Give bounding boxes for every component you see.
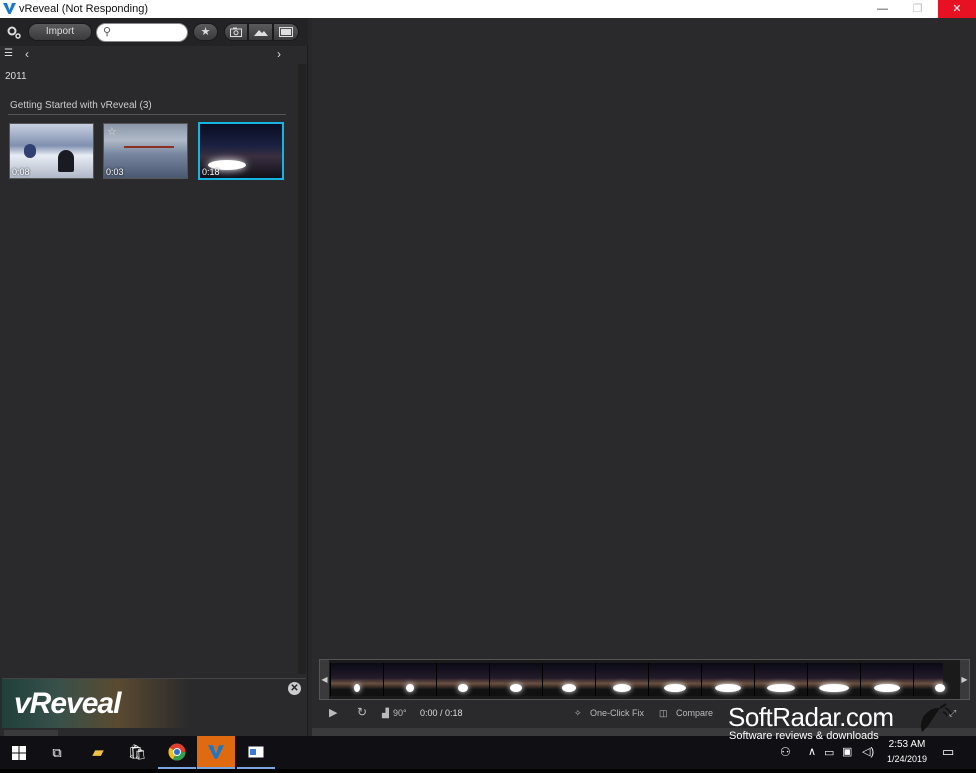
magic-wand-icon[interactable]: ✧ — [574, 708, 582, 719]
filmstrip-frame — [807, 663, 860, 696]
chrome-icon[interactable] — [158, 736, 196, 769]
settings-gear-icon[interactable] — [6, 25, 21, 39]
frame-fountain-glow — [458, 684, 468, 692]
frame-fountain-glow — [510, 684, 522, 692]
filmstrip-frame — [542, 663, 595, 696]
app-window: vReveal (Not Responding) — ❐ ✕ Import ⚲ … — [0, 0, 976, 736]
frame-fountain-glow — [664, 684, 686, 692]
app-window-icon[interactable] — [237, 736, 275, 769]
thumbnail-duration: 0:08 — [12, 167, 30, 177]
title-bar: vReveal (Not Responding) — ❐ ✕ — [0, 0, 976, 18]
star-icon[interactable]: ☆ — [107, 125, 117, 138]
vreveal-banner: vReveal ✕ — [2, 678, 306, 728]
filmstrip-frame — [754, 663, 807, 696]
clock-date: 1/24/2019 — [886, 754, 928, 764]
filmstrip-frame — [701, 663, 754, 696]
timecode: 0:00 / 0:18 — [420, 708, 463, 718]
year-heading: 2011 — [5, 71, 27, 82]
watermark-subtitle: Software reviews & downloads — [729, 730, 879, 742]
frame-fountain-glow — [874, 684, 900, 692]
thumbnail-duration: 0:18 — [202, 167, 220, 177]
frame-fountain-glow — [935, 684, 945, 692]
frame-fountain-glow — [767, 684, 795, 692]
rotate-icon[interactable]: ↻ — [357, 705, 367, 719]
library-scrollbar[interactable] — [298, 64, 306, 674]
clock[interactable]: 2:53 AM 1/24/2019 — [886, 736, 928, 769]
filmstrip-left-arrow-icon[interactable]: ◀ — [320, 660, 329, 699]
library-panel: Import ⚲ ★ ☰ ‹ › 2011 Getting Started wi… — [0, 18, 308, 736]
one-click-fix-button[interactable]: One-Click Fix — [590, 708, 644, 718]
compare-icon[interactable]: ◫ — [659, 708, 668, 719]
filmstrip[interactable]: ◀ ▶ — [319, 659, 970, 700]
thumbnail-figure — [24, 144, 36, 158]
filmstrip-frame — [383, 663, 436, 696]
video-thumbnail[interactable]: 0:08 — [9, 123, 94, 179]
photo-filter-button[interactable] — [224, 23, 248, 41]
frame-fountain-glow — [406, 684, 414, 692]
task-view-icon[interactable]: ⧉ — [38, 736, 76, 769]
thumbnail-figure — [58, 150, 74, 172]
filmstrip-frame — [648, 663, 701, 696]
clock-time: 2:53 AM — [888, 739, 926, 750]
file-explorer-icon[interactable]: ▰ — [79, 736, 117, 769]
library-nav-row: ☰ ‹ › — [0, 46, 308, 64]
view-options-icon[interactable]: ☰ — [4, 48, 13, 59]
favorites-star-button[interactable]: ★ — [193, 23, 218, 41]
frame-fountain-glow — [819, 684, 849, 692]
search-input[interactable]: ⚲ — [96, 23, 188, 42]
previous-arrow-icon[interactable]: ‹ — [25, 47, 29, 61]
window-title: vReveal (Not Responding) — [19, 3, 149, 15]
library-toolbar: Import ⚲ ★ — [0, 18, 308, 46]
video-thumbnail-selected[interactable]: 0:18 — [198, 122, 284, 180]
album-title[interactable]: Getting Started with vReveal (3) — [10, 100, 152, 111]
panorama-filter-button[interactable] — [248, 23, 273, 41]
start-button[interactable] — [0, 736, 38, 769]
filmstrip-frame — [436, 663, 489, 696]
filmstrip-frame — [489, 663, 542, 696]
filmstrip-right-arrow-icon[interactable]: ▶ — [960, 660, 969, 699]
compare-button[interactable]: Compare — [676, 708, 713, 718]
frame-fountain-glow — [562, 684, 576, 692]
vreveal-logo-icon — [208, 745, 224, 759]
filmstrip-frame — [860, 663, 913, 696]
rotate-degrees[interactable]: 90° — [393, 708, 407, 718]
frame-fountain-glow — [354, 684, 360, 692]
play-icon[interactable]: ▶ — [329, 706, 337, 719]
search-icon: ⚲ — [103, 26, 112, 38]
chrome-logo — [168, 743, 186, 761]
banner-close-icon[interactable]: ✕ — [288, 682, 301, 695]
thumbnail-duration: 0:03 — [106, 167, 124, 177]
preview-panel: ◀ ▶ ▶ ↻ ▟ 90° 0:00 / 0:18 ✧ One-Click Fi… — [312, 18, 976, 736]
album-divider — [8, 114, 286, 115]
watermark-title: SoftRadar.com — [728, 702, 894, 732]
filmstrip-frame — [913, 663, 945, 696]
window-icon — [248, 746, 264, 758]
next-arrow-icon[interactable]: › — [277, 47, 281, 61]
maximize-button[interactable]: ❐ — [902, 0, 933, 18]
satellite-dish-icon — [920, 703, 952, 732]
store-icon[interactable]: 🛍 — [118, 736, 156, 769]
filmstrip-frame — [330, 663, 383, 696]
minimize-button[interactable]: — — [867, 0, 898, 18]
thumbnail-bridge — [124, 146, 174, 148]
frame-fountain-glow — [715, 684, 741, 692]
vreveal-taskbar-icon[interactable] — [197, 736, 235, 769]
landscape-icon — [253, 30, 268, 36]
vreveal-app-icon — [3, 3, 16, 14]
film-icon — [279, 27, 293, 37]
rotate-90-icon[interactable]: ▟ — [382, 708, 389, 719]
vreveal-logo: vReveal — [14, 687, 121, 720]
video-thumbnail[interactable]: ☆ 0:03 — [103, 123, 188, 179]
import-button[interactable]: Import — [28, 23, 92, 41]
camera-icon — [230, 27, 242, 37]
filmstrip-frame — [595, 663, 648, 696]
video-filter-button[interactable] — [273, 23, 299, 41]
frame-fountain-glow — [613, 684, 631, 692]
softradar-watermark: SoftRadar.com Software reviews & downloa… — [728, 702, 952, 742]
close-button[interactable]: ✕ — [938, 0, 976, 18]
windows-logo-icon — [12, 746, 26, 760]
